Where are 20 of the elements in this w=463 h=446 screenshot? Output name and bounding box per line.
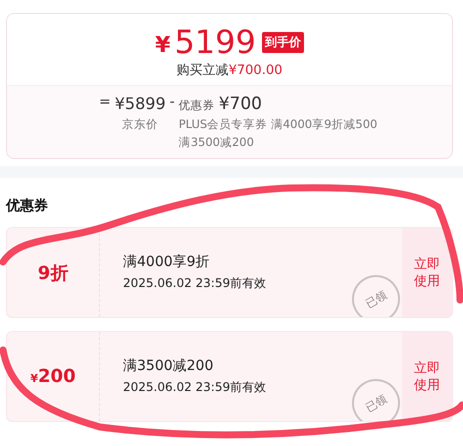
coupon-value: 200 <box>38 366 76 387</box>
base-price-label: 京东价 <box>122 117 158 132</box>
equals-sign: = <box>99 94 111 112</box>
coupon-validity: 2025.06.02 23:59前有效 <box>123 379 268 396</box>
currency-symbol: ¥ <box>155 32 170 58</box>
currency-symbol: ¥ <box>30 372 38 385</box>
coupon-label: 优惠券 <box>178 98 215 113</box>
final-price: 5199 <box>174 24 256 60</box>
price-tag: 到手价 <box>262 32 304 52</box>
coupon-condition: 满4000享9折 <box>123 253 211 271</box>
minus-sign: - <box>170 94 175 112</box>
coupon-value: 9折 <box>38 262 68 284</box>
section-title: 优惠券 <box>6 197 49 215</box>
saving-text: 购买立减¥700.00 <box>176 62 282 79</box>
coupon-detail: PLUS会员专享券 满4000享9折减500 <box>178 117 378 132</box>
coupon-validity: 2025.06.02 23:59前有效 <box>123 275 268 292</box>
coupon-detail: 满3500减200 <box>178 135 255 150</box>
coupon-condition: 满3500减200 <box>123 357 214 375</box>
coupon-amount: ¥700 <box>218 94 262 114</box>
base-price: ¥5899 <box>114 94 166 113</box>
